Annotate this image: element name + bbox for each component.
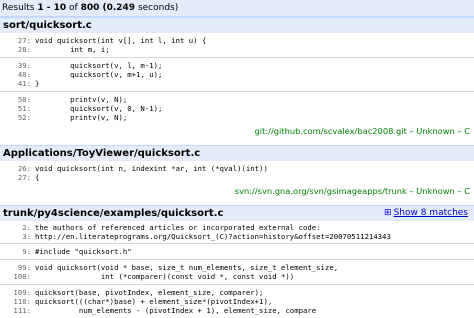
code-snippet: 109: quicksort(base, pivotIndex, element_…	[0, 285, 474, 318]
code-snippet: 50: printv(v, N); 51: quicksort(v, 0, N-…	[0, 92, 474, 125]
code-snippet: 26: void quicksort(int n, indexint *ar, i…	[0, 161, 474, 185]
results-of: of	[66, 3, 81, 13]
code-snippet: 9: #include "quicksort.h"	[0, 244, 474, 260]
code-line[interactable]: 39: quicksort(v, l, m-1);	[0, 61, 474, 70]
result-source-link[interactable]: svn://svn.gna.org/svn/gsimageapps/trunk …	[0, 185, 474, 198]
code-line[interactable]: 41:}	[0, 79, 474, 88]
code-line[interactable]: 51: quicksort(v, 0, N-1);	[0, 104, 474, 113]
results-summary-bar: Results 1 - 10 of 800 (0.249 seconds)	[0, 0, 474, 17]
results-prefix: Results	[2, 3, 38, 13]
code-line[interactable]: 27:{	[0, 173, 474, 182]
results-time: (0.249	[99, 3, 136, 13]
code-line[interactable]: 99: void quicksort(void * base, size_t nu…	[0, 263, 474, 272]
code-line[interactable]: 26: void quicksort(int n, indexint *ar, i…	[0, 164, 474, 173]
search-result: Applications/ToyViewer/quicksort.c 26: vo…	[0, 145, 474, 198]
code-line[interactable]: 2: the authors of referenced articles or …	[0, 223, 474, 232]
code-snippet: 99: void quicksort(void * base, size_t nu…	[0, 260, 474, 285]
code-line[interactable]: 27: void quicksort(int v[], int l, int u)…	[0, 36, 474, 45]
results-seconds: seconds)	[135, 3, 179, 13]
show-matches-link[interactable]: ⊞ Show 8 matches	[384, 206, 468, 221]
results-range: 1 - 10	[37, 3, 67, 13]
code-line[interactable]: 52: printv(v, N);	[0, 113, 474, 122]
search-result: sort/quicksort.c 27: void quicksort(int v…	[0, 17, 474, 138]
code-line[interactable]: 100: int (*comparer)(const void *, const…	[0, 272, 474, 281]
result-file-path[interactable]: sort/quicksort.c	[0, 17, 474, 33]
code-snippet: 27: void quicksort(int v[], int l, int u)…	[0, 33, 474, 58]
results-total: 800	[80, 3, 100, 13]
code-line[interactable]: 40: quicksort(v, m+1, u);	[0, 70, 474, 79]
code-line[interactable]: 9: #include "quicksort.h"	[0, 247, 474, 256]
code-snippet: 39: quicksort(v, l, m-1); 40: quicksort(…	[0, 58, 474, 92]
code-line[interactable]: 28: int m, i;	[0, 45, 474, 54]
result-file-path[interactable]: trunk/py4science/examples/quicksort.c ⊞ S…	[0, 205, 474, 221]
plus-box-icon[interactable]: ⊞	[384, 206, 392, 221]
code-line[interactable]: 3: http://en.literateprograms.org/Quickso…	[0, 232, 474, 241]
result-file-path[interactable]: Applications/ToyViewer/quicksort.c	[0, 145, 474, 161]
code-line[interactable]: 110: quicksort(((char*)base) + element_si…	[0, 297, 474, 306]
code-line[interactable]: 109: quicksort(base, pivotIndex, element_…	[0, 288, 474, 297]
code-snippet: 2: the authors of referenced articles or …	[0, 221, 474, 244]
code-line[interactable]: 50: printv(v, N);	[0, 95, 474, 104]
search-result: trunk/py4science/examples/quicksort.c ⊞ S…	[0, 205, 474, 318]
result-source-link[interactable]: git://github.com/scvalex/bac2008.git – U…	[0, 125, 474, 138]
